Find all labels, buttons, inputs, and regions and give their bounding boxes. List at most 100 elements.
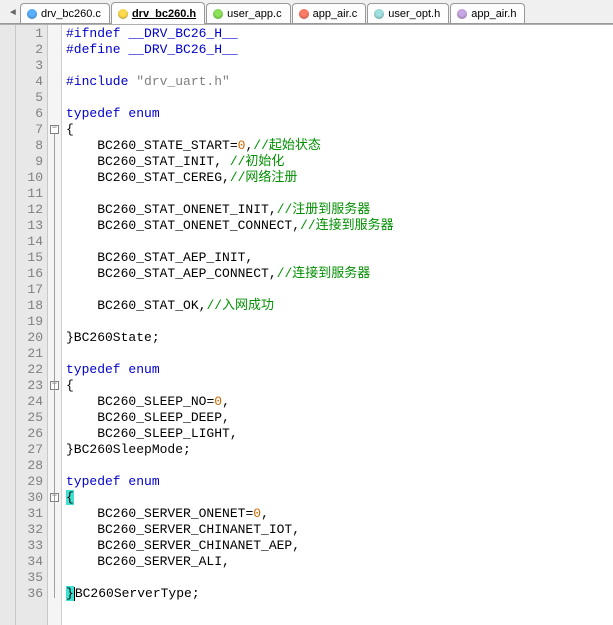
code-token: enum [128, 106, 159, 121]
code-token: enum [128, 362, 159, 377]
code-line[interactable] [66, 346, 613, 362]
code-line[interactable] [66, 234, 613, 250]
code-line[interactable]: BC260_SERVER_ALI, [66, 554, 613, 570]
code-token: BC260_STAT_AEP_CONNECT, [66, 266, 277, 281]
code-token: }BC260State; [66, 330, 160, 345]
line-number: 3 [16, 58, 43, 74]
line-number: 10 [16, 170, 43, 186]
code-line[interactable]: { [66, 490, 613, 506]
tab-drv_bc260-c[interactable]: drv_bc260.c [20, 3, 110, 23]
line-number: 34 [16, 554, 43, 570]
code-line[interactable]: #include "drv_uart.h" [66, 74, 613, 90]
code-token: //初始化 [230, 154, 285, 169]
file-type-icon [118, 9, 128, 19]
line-number: 25 [16, 410, 43, 426]
code-line[interactable]: typedef enum [66, 474, 613, 490]
line-number: 27 [16, 442, 43, 458]
code-line[interactable]: }BC260State; [66, 330, 613, 346]
line-number: 16 [16, 266, 43, 282]
file-type-icon [213, 9, 223, 19]
code-token: BC260_STATE_START [66, 138, 230, 153]
tab-label: app_air.c [313, 8, 358, 20]
line-number: 32 [16, 522, 43, 538]
editor: 1234567891011121314151617181920212223242… [0, 24, 613, 625]
tab-scroll-left[interactable]: ◄ [8, 3, 18, 23]
tab-label: user_opt.h [388, 8, 440, 20]
code-line[interactable]: BC260_STAT_AEP_CONNECT,//连接到服务器 [66, 266, 613, 282]
tab-app_air-h[interactable]: app_air.h [450, 3, 525, 23]
tab-user_app-c[interactable]: user_app.c [206, 3, 290, 23]
line-number: 13 [16, 218, 43, 234]
code-token: BC260_SERVER_ONENET [66, 506, 245, 521]
code-line[interactable] [66, 90, 613, 106]
tab-label: app_air.h [471, 8, 516, 20]
code-line[interactable]: BC260_SLEEP_DEEP, [66, 410, 613, 426]
code-line[interactable]: BC260_STAT_OK,//入网成功 [66, 298, 613, 314]
fold-guide [54, 134, 55, 598]
code-line[interactable] [66, 570, 613, 586]
code-token: = [230, 138, 238, 153]
line-number: 8 [16, 138, 43, 154]
code-token: , [261, 506, 269, 521]
tab-label: drv_bc260.h [132, 8, 196, 20]
code-line[interactable] [66, 58, 613, 74]
code-line[interactable]: BC260_STAT_ONENET_CONNECT,//连接到服务器 [66, 218, 613, 234]
code-line[interactable]: BC260_SLEEP_NO=0, [66, 394, 613, 410]
line-number: 5 [16, 90, 43, 106]
line-number: 26 [16, 426, 43, 442]
code-line[interactable]: }BC260ServerType; [66, 586, 613, 602]
code-token: BC260_STAT_AEP_INIT, [66, 250, 253, 265]
code-token: } [66, 586, 74, 601]
code-line[interactable] [66, 458, 613, 474]
fold-toggle-icon[interactable] [50, 125, 59, 134]
code-token: , [222, 394, 230, 409]
line-number: 31 [16, 506, 43, 522]
code-line[interactable]: #ifndef __DRV_BC26_H__ [66, 26, 613, 42]
line-number: 30 [16, 490, 43, 506]
code-line[interactable]: }BC260SleepMode; [66, 442, 613, 458]
code-line[interactable] [66, 314, 613, 330]
code-line[interactable]: BC260_STATE_START=0,//起始状态 [66, 138, 613, 154]
code-area[interactable]: #ifndef __DRV_BC26_H__#define __DRV_BC26… [62, 25, 613, 625]
code-token: BC260_SLEEP_NO [66, 394, 206, 409]
file-type-icon [299, 9, 309, 19]
code-line[interactable]: BC260_STAT_INIT, //初始化 [66, 154, 613, 170]
tab-user_opt-h[interactable]: user_opt.h [367, 3, 449, 23]
code-line[interactable]: typedef enum [66, 106, 613, 122]
line-number: 6 [16, 106, 43, 122]
code-line[interactable]: BC260_STAT_AEP_INIT, [66, 250, 613, 266]
code-line[interactable] [66, 282, 613, 298]
code-line[interactable]: BC260_SERVER_CHINANET_IOT, [66, 522, 613, 538]
line-number: 1 [16, 26, 43, 42]
code-token: //连接到服务器 [277, 266, 371, 281]
line-number: 17 [16, 282, 43, 298]
code-line[interactable]: BC260_SERVER_ONENET=0, [66, 506, 613, 522]
code-token: 0 [253, 506, 261, 521]
code-token: #ifndef __DRV_BC26_H__ [66, 26, 238, 41]
code-line[interactable]: BC260_STAT_ONENET_INIT,//注册到服务器 [66, 202, 613, 218]
code-token: BC260_STAT_ONENET_INIT, [66, 202, 277, 217]
line-number: 21 [16, 346, 43, 362]
line-number: 23 [16, 378, 43, 394]
code-line[interactable] [66, 186, 613, 202]
code-token: { [66, 490, 74, 505]
tab-app_air-c[interactable]: app_air.c [292, 3, 367, 23]
code-line[interactable]: typedef enum [66, 362, 613, 378]
code-line[interactable]: #define __DRV_BC26_H__ [66, 42, 613, 58]
code-line[interactable]: BC260_SERVER_CHINANET_AEP, [66, 538, 613, 554]
line-number: 33 [16, 538, 43, 554]
code-line[interactable]: { [66, 122, 613, 138]
code-line[interactable]: BC260_SLEEP_LIGHT, [66, 426, 613, 442]
file-type-icon [457, 9, 467, 19]
code-line[interactable]: BC260_STAT_CEREG,//网络注册 [66, 170, 613, 186]
tab-label: drv_bc260.c [41, 8, 101, 20]
code-token: //入网成功 [206, 298, 274, 313]
code-token: typedef [66, 106, 121, 121]
tab-label: user_app.c [227, 8, 281, 20]
tab-drv_bc260-h[interactable]: drv_bc260.h [111, 2, 205, 24]
code-token: //注册到服务器 [277, 202, 371, 217]
code-line[interactable]: { [66, 378, 613, 394]
code-token: typedef [66, 362, 121, 377]
code-token: BC260_SERVER_CHINANET_IOT, [66, 522, 300, 537]
code-token: #define __DRV_BC26_H__ [66, 42, 238, 57]
